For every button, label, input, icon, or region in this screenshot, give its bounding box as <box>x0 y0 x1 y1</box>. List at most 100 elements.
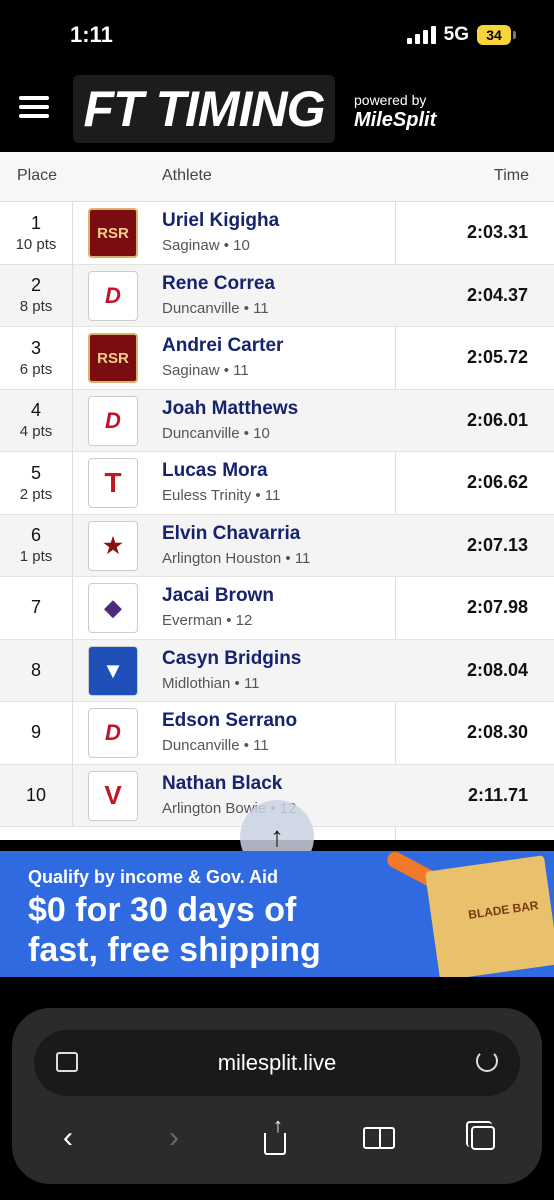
athlete-name-link[interactable]: Jacai Brown <box>162 585 274 607</box>
signal-icon <box>406 26 436 44</box>
bookmarks-icon[interactable] <box>363 1122 395 1154</box>
place-cell: 4 4 pts <box>0 389 73 451</box>
athlete-time: 2:07.13 <box>466 534 528 555</box>
ft-timing-logo[interactable]: FT TIMING <box>73 75 335 143</box>
status-time: 1:11 <box>70 22 113 47</box>
network-label: 5G <box>443 24 469 45</box>
ad-line3: fast, free shipping <box>28 931 321 969</box>
powered-by[interactable]: powered by MileSplit <box>354 92 436 132</box>
team-logo-image: D <box>88 708 138 758</box>
table-body: 1 10 pts RSR Uriel Kigigha Saginaw • 10 2:03.… <box>0 202 554 827</box>
table-row[interactable]: 1 10 pts RSR Uriel Kigigha Saginaw • 10 2:03.… <box>0 202 554 265</box>
athlete-time: 2:05.72 <box>466 347 528 367</box>
athlete-name-link[interactable]: Uriel Kigigha <box>162 210 279 232</box>
table-row[interactable]: 2 8 pts D Rene Correa Duncanville • 11 2:04.3… <box>0 264 554 327</box>
athlete-team: Saginaw • 11 <box>162 362 249 379</box>
athlete-time: 2:11.71 <box>467 784 528 805</box>
place-cell: 2 8 pts <box>0 264 73 326</box>
table-row[interactable]: 9 D Edson Serrano Duncanville • 11 2:08.30 <box>0 702 554 765</box>
table-row[interactable]: 3 6 pts RSR Andrei Carter Saginaw • 11 2:05.7… <box>0 327 554 390</box>
place-cell: 8 <box>0 639 73 701</box>
athlete-team: Everman • 12 <box>162 612 253 629</box>
place-number: 4 <box>30 400 41 421</box>
athlete-name-link[interactable]: Lucas Mora <box>162 460 268 482</box>
team-logo-image: RSR <box>88 333 138 383</box>
athlete-time: 2:06.62 <box>466 472 528 492</box>
url-text: milesplit.live <box>217 1050 337 1075</box>
athlete-time: 2:06.01 <box>466 409 528 430</box>
team-logo-image: V <box>88 770 138 821</box>
team-logo-image: ◆ <box>88 583 138 633</box>
place-cell: 7 <box>0 577 73 639</box>
battery-level: 34 <box>477 25 511 45</box>
place-cell: 10 <box>0 764 73 826</box>
table-row[interactable]: 7 ◆ Jacai Brown Everman • 12 2:07.98 <box>0 577 554 640</box>
athlete-time: 2:07.98 <box>466 597 528 617</box>
place-cell: 1 10 pts <box>0 202 73 264</box>
athlete-time: 2:04.37 <box>466 284 528 305</box>
table-row[interactable]: 4 4 pts D Joah Matthews Duncanville • 10 2:06… <box>0 389 554 452</box>
browser-nav: ‹ › ↑ <box>12 1112 542 1162</box>
place-points: 4 pts <box>19 423 53 441</box>
athlete-team: Duncanville • 11 <box>162 299 269 317</box>
place-number: 3 <box>30 337 41 358</box>
athlete-time: 2:08.30 <box>466 722 528 742</box>
reload-icon[interactable] <box>476 1050 498 1072</box>
ad-line1: Qualify by income & Gov. Aid <box>28 867 279 887</box>
tabs-icon[interactable] <box>466 1121 499 1154</box>
athlete-name-link[interactable]: Rene Correa <box>162 273 275 295</box>
share-icon[interactable]: ↑ <box>259 1115 291 1155</box>
browser-toolbar: milesplit.live ‹ › ↑ <box>12 1008 542 1184</box>
menu-icon[interactable] <box>19 96 49 118</box>
place-cell: 5 2 pts <box>0 452 73 514</box>
place-points: 2 pts <box>19 485 53 503</box>
arrow-up-icon: ↑ <box>270 821 284 852</box>
place-number: 10 <box>25 784 47 805</box>
column-athlete: Athlete <box>162 167 212 184</box>
athlete-name-link[interactable]: Andrei Carter <box>162 335 283 357</box>
athlete-name-link[interactable]: Joah Matthews <box>162 398 298 420</box>
place-cell: 9 <box>0 702 73 764</box>
column-place: Place <box>17 167 58 184</box>
place-points: 1 pts <box>19 548 53 566</box>
table-row[interactable]: 8 ▼ Casyn Bridgins Midlothian • 11 2:08.04 <box>0 639 554 702</box>
address-bar[interactable]: milesplit.live <box>34 1030 520 1096</box>
athlete-time: 2:03.31 <box>466 222 528 242</box>
place-number: 8 <box>30 659 41 680</box>
place-number: 9 <box>30 722 41 743</box>
athlete-team: Duncanville • 10 <box>162 424 270 442</box>
place-points: 10 pts <box>15 235 57 253</box>
athlete-name-link[interactable]: Edson Serrano <box>162 710 297 732</box>
athlete-team: Arlington Houston • 11 <box>162 549 311 567</box>
place-points: 8 pts <box>19 298 53 316</box>
athlete-name-link[interactable]: Nathan Black <box>162 773 282 795</box>
table-row[interactable]: 6 1 pts ★ Elvin Chavarria Arlington Houston … <box>0 514 554 577</box>
place-number: 1 <box>30 212 41 233</box>
battery-icon: 34 <box>477 25 516 45</box>
place-number: 5 <box>30 462 41 483</box>
athlete-name-link[interactable]: Elvin Chavarria <box>162 523 300 545</box>
place-points: 6 pts <box>19 360 53 378</box>
logo-text: FT TIMING <box>83 81 326 137</box>
place-cell: 3 6 pts <box>0 327 73 389</box>
status-indicators: 5G 34 <box>406 24 516 46</box>
team-logo-image: RSR <box>88 208 138 258</box>
place-number: 7 <box>30 597 41 618</box>
back-icon[interactable]: ‹ <box>52 1121 84 1154</box>
status-bar: 1:11 5G 34 <box>0 0 554 66</box>
athlete-team: Saginaw • 10 <box>162 237 250 254</box>
team-logo-image: D <box>88 395 138 446</box>
milesplit-logo: MileSplit <box>354 109 437 131</box>
table-row[interactable]: 5 2 pts T Lucas Mora Euless Trinity • 11 2:06… <box>0 452 554 515</box>
athlete-team: Duncanville • 11 <box>162 737 269 754</box>
team-logo-image: ★ <box>88 520 138 571</box>
place-number: 2 <box>30 275 41 296</box>
place-cell: 6 1 pts <box>0 514 73 576</box>
team-logo-image: T <box>88 458 138 508</box>
athlete-name-link[interactable]: Casyn Bridgins <box>162 648 301 670</box>
athlete-team: Midlothian • 11 <box>162 674 260 692</box>
forward-icon[interactable]: › <box>158 1121 190 1154</box>
column-time: Time <box>494 167 529 184</box>
ad-banner[interactable]: Qualify by income & Gov. Aid $0 for 30 d… <box>0 851 554 977</box>
place-number: 6 <box>30 525 41 546</box>
